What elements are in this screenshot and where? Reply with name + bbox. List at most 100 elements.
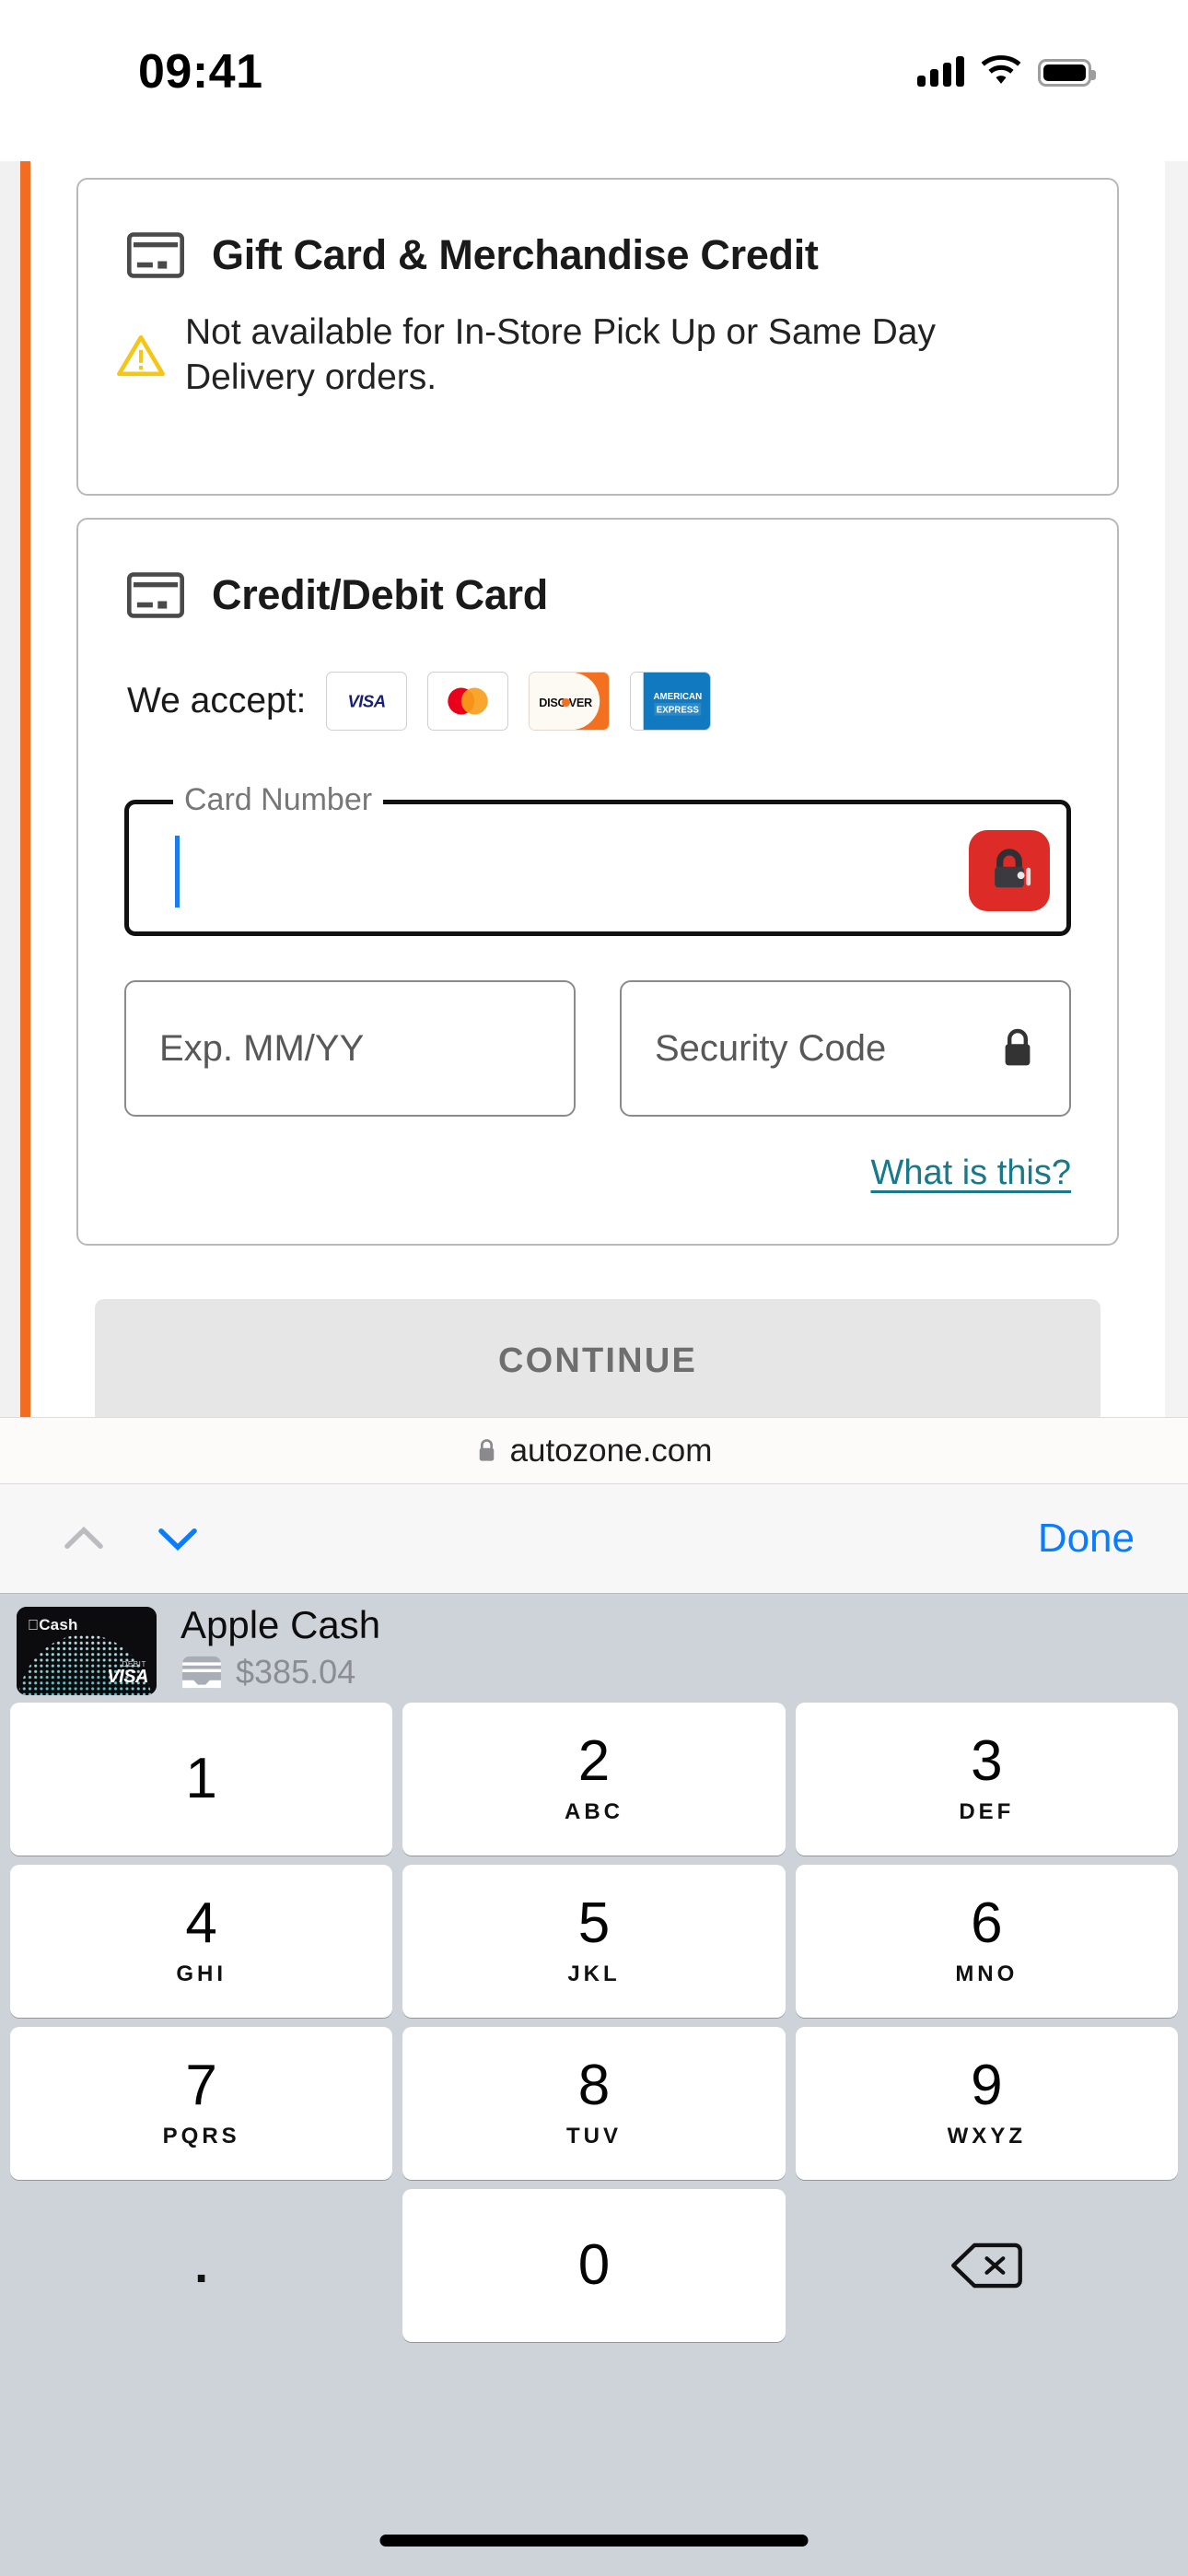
page-right-gutter xyxy=(1165,161,1188,1417)
card-number-input[interactable]: Card Number xyxy=(124,782,1071,936)
address-bar-url: autozone.com xyxy=(509,1432,713,1469)
key-period-glyph: . xyxy=(194,2238,209,2293)
key-4[interactable]: 4 GHI xyxy=(10,1865,393,2018)
apple-cash-card-network: VISA xyxy=(107,1667,148,1687)
keypad: 1 2 ABC 3 DEF 4 GHI 5 JKL 6 MNO 7 PQRS 8… xyxy=(0,1703,1188,2351)
security-code-placeholder: Security Code xyxy=(655,1027,887,1069)
lock-icon xyxy=(479,1439,494,1461)
key-delete[interactable] xyxy=(796,2189,1178,2342)
key-digit: 4 xyxy=(185,1891,217,1955)
gift-card-warning: Not available for In-Store Pick Up or Sa… xyxy=(78,279,1117,401)
key-digit: 7 xyxy=(185,2054,217,2117)
gift-card-header: Gift Card & Merchandise Credit xyxy=(78,180,1117,279)
keypad-row: . 0 xyxy=(0,2189,1188,2342)
key-letters: WXYZ xyxy=(947,2124,1026,2149)
numeric-keyboard: Cash DEBIT VISA Apple Cash $385.04 xyxy=(0,1594,1188,2576)
text-caret xyxy=(175,836,180,907)
checkout-page: Gift Card & Merchandise Credit Not avail… xyxy=(30,147,1165,1417)
key-letters: PQRS xyxy=(162,2124,240,2149)
cellular-signal-icon xyxy=(917,55,964,87)
credit-card-header: Credit/Debit Card xyxy=(78,520,1117,619)
security-code-input[interactable]: Security Code xyxy=(620,980,1071,1117)
key-period[interactable]: . xyxy=(10,2189,392,2342)
key-6[interactable]: 6 MNO xyxy=(795,1865,1178,2018)
key-digit: 0 xyxy=(577,2233,611,2297)
key-digit: 3 xyxy=(971,1729,1003,1793)
keyboard-accessory-toolbar: Done xyxy=(0,1483,1188,1594)
warning-triangle-icon xyxy=(117,334,165,376)
key-2[interactable]: 2 ABC xyxy=(402,1703,786,1856)
key-9[interactable]: 9 WXYZ xyxy=(795,2027,1178,2180)
key-letters: GHI xyxy=(176,1961,227,1986)
keypad-row: 1 2 ABC 3 DEF xyxy=(0,1703,1188,1856)
key-8[interactable]: 8 TUV xyxy=(402,2027,786,2180)
gift-card-warning-text: Not available for In-Store Pick Up or Sa… xyxy=(185,312,937,397)
expiry-placeholder: Exp. MM/YY xyxy=(159,1027,365,1069)
svg-text:AMERICAN: AMERICAN xyxy=(654,692,703,702)
red-lock-badge-icon[interactable] xyxy=(969,830,1050,911)
chevron-up-icon[interactable] xyxy=(55,1510,112,1567)
gift-card-section[interactable]: Gift Card & Merchandise Credit Not avail… xyxy=(76,178,1119,496)
key-1[interactable]: 1 xyxy=(10,1703,393,1856)
apple-cash-card-art: Cash DEBIT VISA xyxy=(17,1607,157,1695)
key-5[interactable]: 5 JKL xyxy=(402,1865,786,2018)
key-digit: 5 xyxy=(577,1891,611,1955)
browser-address-bar[interactable]: autozone.com xyxy=(0,1417,1188,1483)
key-digit: 9 xyxy=(971,2054,1003,2117)
visa-logo-icon: VISA xyxy=(326,672,408,731)
autofill-card-balance: $385.04 xyxy=(236,1653,356,1691)
key-letters: DEF xyxy=(959,1799,1015,1824)
status-bar-icons xyxy=(917,55,1096,87)
key-digit: 2 xyxy=(577,1729,611,1793)
amex-logo-icon: AMERICAN EXPRESS xyxy=(630,672,712,731)
key-digit: 1 xyxy=(185,1747,217,1810)
wallet-icon xyxy=(182,1656,221,1689)
svg-text:EXPRESS: EXPRESS xyxy=(657,706,700,716)
lock-icon xyxy=(1005,1028,1031,1066)
autofill-balance-row: $385.04 xyxy=(181,1653,380,1692)
home-indicator xyxy=(379,2535,809,2547)
key-letters: MNO xyxy=(955,1961,1019,1986)
battery-icon xyxy=(1038,59,1096,87)
key-digit: 8 xyxy=(577,2054,611,2117)
apple-cash-card-label: Cash xyxy=(28,1616,77,1633)
phone-screen: 09:41 Gift Card & Merchandise Credit Not… xyxy=(0,0,1188,2576)
key-3[interactable]: 3 DEF xyxy=(795,1703,1178,1856)
what-is-this-link[interactable]: What is this? xyxy=(870,1153,1071,1193)
key-0[interactable]: 0 xyxy=(402,2189,786,2342)
keypad-row: 7 PQRS 8 TUV 9 WXYZ xyxy=(0,2027,1188,2180)
page-left-gutter xyxy=(0,161,20,1417)
discover-logo-icon: DISC VER xyxy=(529,672,611,731)
svg-text:VISA: VISA xyxy=(348,692,386,711)
chevron-down-icon[interactable] xyxy=(149,1510,206,1567)
status-bar-time: 09:41 xyxy=(138,45,263,99)
continue-button[interactable]: CONTINUE xyxy=(95,1299,1101,1417)
accepted-cards-label: We accept: xyxy=(127,681,307,720)
wifi-icon xyxy=(981,55,1021,84)
credit-card-icon xyxy=(127,572,184,618)
key-digit: 6 xyxy=(971,1891,1003,1955)
status-bar: 09:41 xyxy=(0,0,1188,147)
card-number-label: Card Number xyxy=(173,782,384,818)
delete-backspace-icon xyxy=(951,2242,1023,2289)
autofill-card-name: Apple Cash xyxy=(181,1603,381,1646)
autofill-suggestion-text: Apple Cash $385.04 xyxy=(181,1603,380,1692)
key-7[interactable]: 7 PQRS xyxy=(10,2027,393,2180)
keyboard-done-button[interactable]: Done xyxy=(1038,1516,1135,1562)
key-letters: JKL xyxy=(567,1961,621,1986)
keypad-row: 4 GHI 5 JKL 6 MNO xyxy=(0,1865,1188,2018)
credit-card-title: Credit/Debit Card xyxy=(212,571,548,618)
key-letters: ABC xyxy=(564,1799,623,1824)
web-content-viewport: Gift Card & Merchandise Credit Not avail… xyxy=(0,147,1188,1417)
brand-accent-bar xyxy=(20,161,30,1417)
autofill-suggestion-row[interactable]: Cash DEBIT VISA Apple Cash $385.04 xyxy=(0,1594,1188,1695)
credit-card-section: Credit/Debit Card We accept: VISA DISC V… xyxy=(76,518,1119,1246)
key-letters: TUV xyxy=(565,2124,622,2149)
gift-card-title: Gift Card & Merchandise Credit xyxy=(212,231,819,278)
mastercard-logo-icon xyxy=(427,672,509,731)
accepted-cards-row: We accept: VISA DISC VER AMERICAN EXPRES… xyxy=(78,619,1117,731)
expiry-cvv-row: Exp. MM/YY Security Code xyxy=(124,980,1071,1117)
form-navigation-buttons xyxy=(55,1510,206,1567)
expiry-input[interactable]: Exp. MM/YY xyxy=(124,980,576,1117)
credit-card-icon xyxy=(127,232,184,278)
